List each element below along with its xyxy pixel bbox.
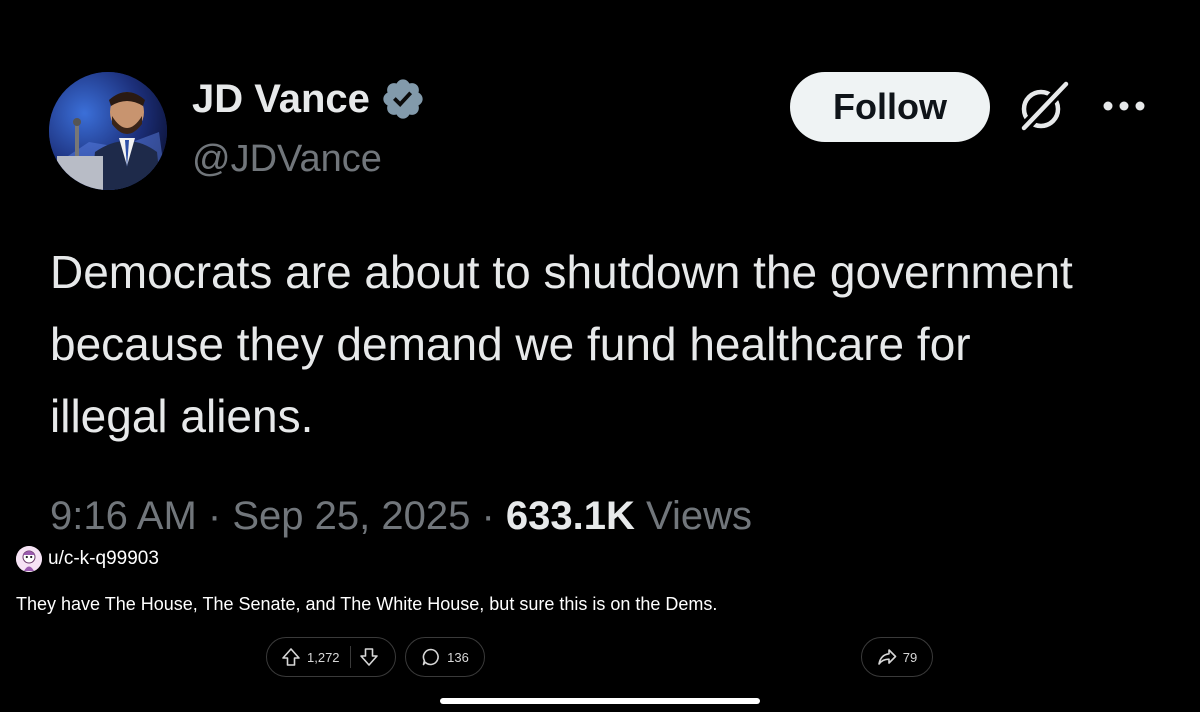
views-count: 633.1K: [505, 494, 635, 538]
share-arrow-icon: [877, 647, 897, 667]
vote-divider: [349, 646, 351, 668]
reply-count: 136: [447, 649, 469, 665]
home-indicator[interactable]: [440, 698, 760, 704]
downvote-icon[interactable]: [359, 647, 379, 667]
author-name[interactable]: JD Vance: [192, 77, 370, 122]
commenter-avatar[interactable]: [16, 546, 42, 572]
author-handle[interactable]: @JDVance: [192, 138, 382, 181]
views-label: Views: [646, 494, 753, 538]
follow-button[interactable]: Follow: [790, 72, 990, 142]
more-options-icon[interactable]: [1100, 96, 1148, 116]
tweet-meta: 9:16 AM · Sep 25, 2025 · 633.1K Views: [50, 494, 752, 539]
grok-icon[interactable]: [1014, 80, 1072, 134]
author-name-row[interactable]: JD Vance: [192, 76, 426, 122]
share-button[interactable]: 79: [861, 637, 933, 677]
verified-badge-icon[interactable]: [380, 76, 426, 122]
tweet-text: Democrats are about to shutdown the gove…: [50, 246, 1073, 442]
tweet-date[interactable]: Sep 25, 2025: [232, 494, 470, 538]
meta-separator: ·: [481, 494, 495, 538]
comment-author[interactable]: u/c-k-q99903: [16, 546, 159, 572]
tweet-time[interactable]: 9:16 AM: [50, 494, 197, 538]
comment-body: They have The House, The Senate, and The…: [16, 594, 718, 614]
author-avatar[interactable]: [49, 72, 167, 190]
share-count: 79: [902, 649, 918, 665]
upvote-count: 1,272: [307, 649, 340, 665]
comment-bubble-icon: [421, 647, 441, 667]
upvote-icon[interactable]: [281, 647, 301, 667]
vote-control: 1,272: [266, 637, 396, 677]
meta-separator: ·: [207, 494, 222, 538]
reply-button[interactable]: 136: [405, 637, 485, 677]
comment-username[interactable]: u/c-k-q99903: [48, 548, 159, 570]
